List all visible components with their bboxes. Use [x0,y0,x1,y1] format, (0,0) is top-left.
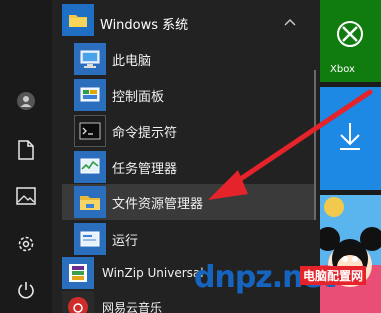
list-item-label: 任务管理器 [112,161,178,177]
settings-icon[interactable] [14,232,38,256]
pictures-icon[interactable] [14,184,38,208]
folder-icon [74,186,106,218]
list-item-command-prompt[interactable]: 命令提示符 [52,114,314,148]
list-item-control-panel[interactable]: 控制面板 [52,78,314,112]
list-item-task-manager[interactable]: 任务管理器 [52,150,314,184]
list-item-label: 控制面板 [112,89,165,105]
list-item-label: 此电脑 [112,53,152,69]
run-icon [74,223,106,255]
tile-xbox[interactable]: Xbox [320,0,381,82]
start-rail [0,0,52,313]
winzip-icon [62,257,94,289]
tile-label: Xbox [330,64,355,75]
computer-icon [74,43,106,75]
list-item-label: WinZip Universal [102,266,204,280]
document-icon[interactable] [14,138,38,162]
task-manager-icon [74,151,106,183]
user-avatar-icon[interactable] [14,89,38,113]
list-item-run[interactable]: 运行 [52,222,314,256]
xbox-icon [336,20,364,52]
scrollbar[interactable] [314,70,316,220]
control-panel-icon [74,79,106,111]
list-item-label: 命令提示符 [112,125,178,141]
list-item-file-explorer[interactable]: 文件资源管理器 [62,184,314,220]
download-arrow-icon [336,121,364,155]
list-item-this-pc[interactable]: 此电脑 [52,42,314,76]
folder-icon [62,4,94,36]
netease-music-icon [62,291,94,313]
list-item-label: 文件资源管理器 [112,196,204,212]
power-icon[interactable] [14,278,38,302]
group-title: Windows 系统 [100,18,189,33]
tile-download[interactable] [320,87,381,190]
watermark-logo: dnpz.net 电脑配置网 [190,260,381,313]
command-prompt-icon [74,115,106,147]
chevron-up-icon[interactable] [284,12,296,31]
start-menu: Windows 系统 此电脑 控制面板 命令提示符 任务管理器 文件资源管理器 … [0,0,381,313]
list-item-label: 网易云音乐 [102,300,163,313]
group-header-windows-system[interactable]: Windows 系统 [52,2,314,38]
watermark-site-name: 电脑配置网 [300,266,367,285]
list-item-label: 运行 [112,233,139,249]
